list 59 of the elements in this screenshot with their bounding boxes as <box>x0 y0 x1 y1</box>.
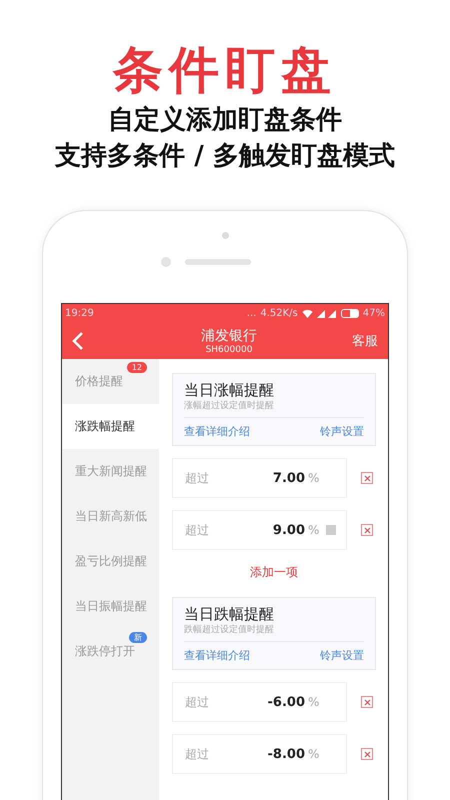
field-value: 7.00 <box>272 470 305 486</box>
ringtone-link[interactable]: 铃声设置 <box>320 424 364 439</box>
unit-label: % <box>308 523 320 537</box>
battery-percent: 47% <box>362 308 385 319</box>
close-icon <box>364 750 370 758</box>
field-value: 9.00 <box>272 522 305 538</box>
sidebar-item[interactable]: 新 涨跌停打开 <box>62 629 159 674</box>
stock-code: SH600000 <box>206 344 252 356</box>
network-speed: 4.52K/s <box>260 308 298 319</box>
card-subtitle: 涨幅超过设定值时提醒 <box>184 400 364 418</box>
delete-button[interactable] <box>361 472 373 484</box>
sidebar-item[interactable]: 涨跌幅提醒 <box>62 404 159 449</box>
field-label: 超过 <box>185 746 210 762</box>
back-button[interactable] <box>72 331 86 351</box>
close-icon <box>364 474 370 482</box>
sidebar-item[interactable]: 当日新高新低 <box>62 494 159 539</box>
tagline: 自定义添加盯盘条件 <box>108 104 342 137</box>
customer-service-button[interactable]: 客服 <box>352 332 378 350</box>
card-subtitle: 跌幅超过设定值时提醒 <box>184 624 364 642</box>
field-value: -8.00 <box>268 746 305 762</box>
signal-icon <box>316 310 337 318</box>
sidebar-item[interactable]: 盈亏比例提醒 <box>62 539 159 584</box>
delete-button[interactable] <box>361 696 373 708</box>
badge: 新 <box>129 632 147 643</box>
speaker-icon <box>185 259 251 265</box>
delete-button[interactable] <box>361 524 373 536</box>
tagline: 支持多条件 / 多触发盯盘模式 <box>55 140 395 173</box>
field-label: 超过 <box>185 522 210 538</box>
unit-label: % <box>308 695 320 709</box>
wifi-icon <box>302 309 313 318</box>
sidebar-item[interactable]: 当日振幅提醒 <box>62 584 159 629</box>
threshold-field[interactable]: 超过 9.00 % <box>172 510 347 550</box>
unit-label: % <box>308 747 320 761</box>
sidebar-item[interactable]: 12 价格提醒 <box>62 359 159 404</box>
detail-link[interactable]: 查看详细介绍 <box>184 424 250 439</box>
camera-icon <box>222 232 228 239</box>
card-title: 当日涨幅提醒 <box>184 380 275 400</box>
ringtone-link[interactable]: 铃声设置 <box>320 648 364 663</box>
status-time: 19:29 <box>65 308 94 319</box>
field-value: -6.00 <box>268 694 305 710</box>
add-item-button[interactable]: 添加一项 <box>246 562 302 583</box>
field-label: 超过 <box>185 694 210 710</box>
threshold-field[interactable]: 超过 -8.00 % <box>172 734 347 774</box>
close-icon <box>364 698 370 706</box>
delete-button[interactable] <box>361 748 373 760</box>
status-dots: ... <box>246 308 256 319</box>
unit-label: % <box>308 471 320 485</box>
field-label: 超过 <box>185 470 210 486</box>
threshold-field[interactable]: 超过 7.00 % <box>172 458 347 498</box>
battery-icon <box>340 309 359 318</box>
threshold-field[interactable]: 超过 -6.00 % <box>172 682 347 722</box>
sidebar-item[interactable]: 重大新闻提醒 <box>62 449 159 494</box>
card-title: 当日跌幅提醒 <box>184 604 275 624</box>
stock-name: 浦发银行 <box>201 326 257 344</box>
close-icon <box>364 526 370 534</box>
badge: 12 <box>126 362 147 373</box>
sensor-icon <box>161 257 171 267</box>
detail-link[interactable]: 查看详细介绍 <box>184 648 250 663</box>
headline: 条件盯盘 <box>113 40 337 101</box>
